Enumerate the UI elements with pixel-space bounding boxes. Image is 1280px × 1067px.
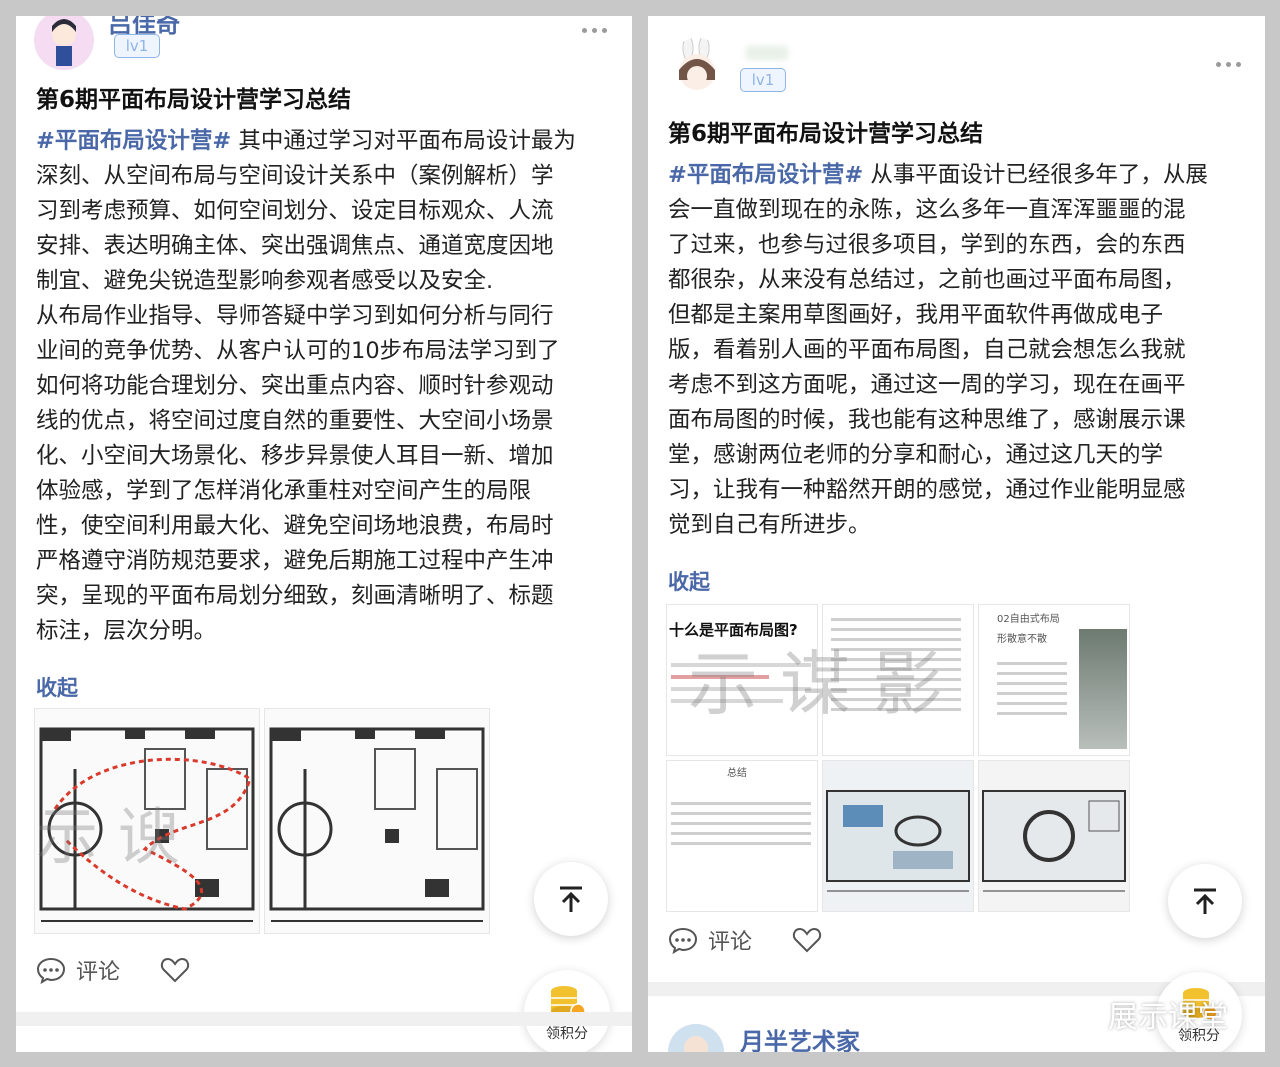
floor-plan-image[interactable] bbox=[822, 760, 974, 912]
more-options-icon[interactable] bbox=[1216, 62, 1241, 67]
back-to-top-button[interactable] bbox=[1168, 864, 1242, 938]
floor-plan-image[interactable] bbox=[978, 760, 1130, 912]
level-badge: lv1 bbox=[114, 34, 160, 58]
like-button[interactable] bbox=[792, 926, 822, 958]
claim-points-button[interactable]: 领积分 bbox=[524, 970, 610, 1052]
post-body: #平面布局设计营# 从事平面设计已经很多年了，从展 会一直做到现在的永陈，这么多… bbox=[668, 158, 1258, 543]
next-user-avatar[interactable] bbox=[668, 1024, 724, 1052]
body-line: 如何将功能合理划分、突出重点内容、顺时针参观动 bbox=[36, 373, 554, 399]
card-divider bbox=[16, 1012, 632, 1026]
body-line: 面布局图的时候，我也能有这种思维了，感谢展示课 bbox=[668, 407, 1186, 433]
slide-image[interactable]: 总结 bbox=[666, 760, 818, 912]
body-line: 都很杂，从来没有总结过，之前也画过平面布局图， bbox=[668, 267, 1186, 293]
collapse-link[interactable]: 收起 bbox=[36, 672, 78, 702]
body-line: 习到考虑预算、如何空间划分、设定目标观众、人流 bbox=[36, 198, 554, 224]
comment-icon bbox=[668, 927, 698, 954]
user-avatar[interactable] bbox=[34, 16, 94, 70]
avatar-illustration bbox=[679, 38, 715, 90]
body-line: 从布局作业指导、导师答疑中学习到如何分析与同行 bbox=[36, 303, 554, 329]
body-line: 安排、表达明确主体、突出强调焦点、通道宽度因地 bbox=[36, 233, 554, 259]
body-line: 突，呈现的平面布局划分细致，刻画清晰明了、标题 bbox=[36, 583, 554, 609]
post-body: #平面布局设计营# 其中通过学习对平面布局设计最为 深刻、从空间布局与空间设计关… bbox=[36, 124, 626, 649]
avatar-illustration bbox=[34, 16, 94, 70]
account-watermark: 展示课堂 bbox=[1060, 992, 1228, 1036]
heart-icon bbox=[160, 957, 190, 983]
body-line: 体验感，学到了怎样消化承重柱对空间产生的局限 bbox=[36, 478, 532, 504]
post-title: 第6期平面布局设计营学习总结 bbox=[668, 121, 984, 147]
body-line: 化、小空间大场景化、移步异景使人耳目一新、增加 bbox=[36, 443, 554, 469]
body-line: 觉到自己有所进步。 bbox=[668, 512, 871, 538]
floor-plan-drawing bbox=[979, 761, 1129, 911]
comment-action[interactable]: 评论 bbox=[36, 954, 120, 986]
slide-subtitle: 形散意不散 bbox=[997, 634, 1047, 645]
slide-section-title: 02自由式布局 bbox=[997, 614, 1060, 625]
level-badge: lv1 bbox=[740, 68, 786, 92]
body-line: 业间的竞争优势、从客户认可的10步布局法学习到了 bbox=[36, 338, 560, 364]
body-line: 制宜、避免尖锐造型影响参观者感受以及安全. bbox=[36, 268, 494, 294]
floor-plan-drawing bbox=[823, 761, 973, 911]
image-watermark: 示 谀 bbox=[36, 800, 180, 873]
next-user-name[interactable]: 月半艺术家 bbox=[740, 1022, 860, 1052]
comment-icon bbox=[36, 957, 66, 984]
comment-label: 评论 bbox=[76, 960, 121, 985]
left-post-card: 吕佳奇 lv1 第6期平面布局设计营学习总结 #平面布局设计营# 其中通过学习对… bbox=[16, 16, 632, 1052]
hashtag-link[interactable]: #平面布局设计营# bbox=[668, 162, 863, 188]
body-line: #平面布局设计营# 从事平面设计已经很多年了，从展 bbox=[668, 162, 1208, 188]
body-line: 了过来，也参与过很多项目，学到的东西，会的东西 bbox=[668, 232, 1186, 258]
heart-icon bbox=[792, 927, 822, 953]
like-button[interactable] bbox=[160, 956, 190, 988]
user-name-blurred bbox=[746, 46, 788, 60]
body-line: 标注，层次分明。 bbox=[36, 618, 217, 644]
wechat-icon bbox=[1060, 997, 1100, 1029]
post-title: 第6期平面布局设计营学习总结 bbox=[36, 87, 352, 113]
comment-label: 评论 bbox=[708, 930, 753, 955]
slide-image[interactable]: 02自由式布局 形散意不散 bbox=[978, 604, 1130, 756]
back-to-top-icon bbox=[560, 886, 582, 912]
body-line: 考虑不到这方面呢，通过这一周的学习，现在在画平 bbox=[668, 372, 1186, 398]
body-line: 但都是主案用草图画好，我用平面软件再做成电子 bbox=[668, 302, 1164, 328]
slide-summary-title: 总结 bbox=[727, 768, 747, 779]
back-to-top-button[interactable] bbox=[534, 862, 608, 936]
body-line: 版，看着别人画的平面布局图，自己就会想怎么我就 bbox=[668, 337, 1186, 363]
floor-plan-image[interactable] bbox=[264, 708, 490, 934]
body-line: 深刻、从空间布局与空间设计关系中（案例解析）学 bbox=[36, 163, 554, 189]
body-line: 严格遵守消防规范要求，避免后期施工过程中产生冲 bbox=[36, 548, 554, 574]
comment-action[interactable]: 评论 bbox=[668, 924, 752, 956]
body-line: 习，让我有一种豁然开朗的感觉，通过作业能明显感 bbox=[668, 477, 1186, 503]
right-post-card: lv1 第6期平面布局设计营学习总结 #平面布局设计营# 从事平面设计已经很多年… bbox=[648, 16, 1265, 1052]
hashtag-link[interactable]: #平面布局设计营# bbox=[36, 128, 231, 154]
collapse-link[interactable]: 收起 bbox=[668, 566, 710, 596]
body-line: 会一直做到现在的永陈，这么多年一直浑浑噩噩的混 bbox=[668, 197, 1186, 223]
body-line: #平面布局设计营# 其中通过学习对平面布局设计最为 bbox=[36, 128, 576, 154]
user-avatar[interactable] bbox=[668, 38, 726, 96]
more-options-icon[interactable] bbox=[582, 28, 607, 33]
body-line: 线的优点，将空间过度自然的重要性、大空间小场景 bbox=[36, 408, 554, 434]
back-to-top-icon bbox=[1194, 888, 1216, 914]
image-watermark: 示 谋 影 bbox=[688, 643, 943, 725]
claim-points-label: 领积分 bbox=[546, 1026, 588, 1042]
slide-photo bbox=[1079, 629, 1127, 749]
avatar-illustration bbox=[668, 1024, 724, 1052]
body-line: 堂，感谢两位老师的分享和耐心，通过这几天的学 bbox=[668, 442, 1164, 468]
slide-text-lines bbox=[997, 655, 1067, 722]
body-line: 性，使空间利用最大化、避免空间场地浪费，布局时 bbox=[36, 513, 554, 539]
account-watermark-text: 展示课堂 bbox=[1108, 1000, 1228, 1035]
floor-plan-drawing bbox=[265, 709, 489, 933]
slide-text-lines bbox=[671, 795, 811, 852]
